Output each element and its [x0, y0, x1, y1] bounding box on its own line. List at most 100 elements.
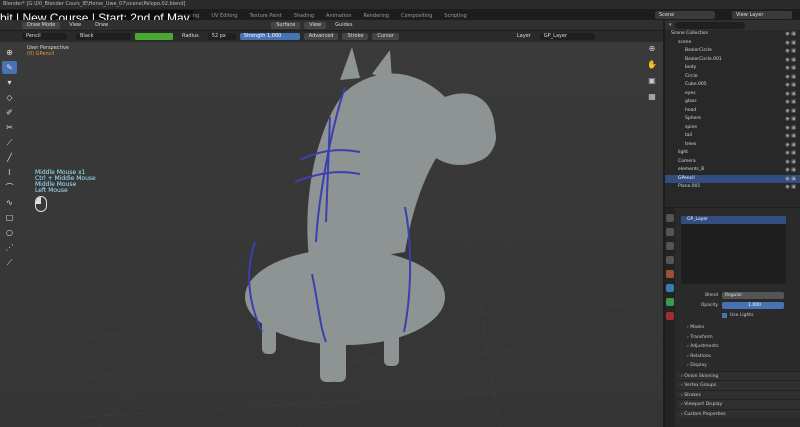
outliner-row[interactable]: scene ◉ ▣	[665, 39, 800, 48]
outliner-row[interactable]: Cube.005 ◉ ▣	[665, 81, 800, 90]
visibility-icon[interactable]: ◉ ▣	[785, 56, 796, 65]
outliner-row[interactable]: tail ◉ ▣	[665, 132, 800, 141]
erase-icon[interactable]: ◇	[2, 91, 17, 104]
cursor-dropdown[interactable]: Cursor	[372, 33, 399, 40]
outliner-row[interactable]: Sphere ◉ ▣	[665, 115, 800, 124]
zoom-icon[interactable]: ⊕	[646, 44, 658, 56]
outliner-row[interactable]: BezierCircle.001 ◉ ▣	[665, 56, 800, 65]
outliner-row[interactable]: glass ◉ ▣	[665, 98, 800, 107]
visibility-icon[interactable]: ◉ ▣	[785, 115, 796, 124]
cursor-icon[interactable]: ⊕	[2, 46, 17, 59]
outliner-row[interactable]: Circle ◉ ▣	[665, 73, 800, 82]
mode-dropdown[interactable]: Draw Mode	[22, 21, 61, 29]
polyline-icon[interactable]: ⌇	[2, 166, 17, 179]
tool-tab-icon[interactable]	[666, 214, 674, 222]
line-icon[interactable]: ╱	[2, 151, 17, 164]
display-section[interactable]: › Display	[677, 361, 800, 371]
curve-icon[interactable]: ∿	[2, 196, 17, 209]
outliner-row[interactable]: trees ◉ ▣	[665, 141, 800, 150]
outliner-search[interactable]	[674, 21, 745, 29]
opacity-slider[interactable]: 1.000	[722, 302, 784, 309]
visibility-icon[interactable]: ◉ ▣	[785, 81, 796, 90]
outliner-row[interactable]: GPencil ◉ ▣	[665, 174, 800, 184]
visibility-icon[interactable]: ◉ ▣	[785, 158, 796, 167]
pan-hand-icon[interactable]: ✋	[646, 60, 658, 72]
vertex-groups-section[interactable]: › Vertex Groups	[677, 380, 800, 390]
menu-view[interactable]: View	[64, 22, 86, 29]
color-swatch[interactable]	[135, 33, 173, 40]
outliner-row[interactable]: elements_B ◉ ▣	[665, 166, 800, 175]
use-lights-checkbox[interactable]	[722, 313, 727, 318]
outliner-row[interactable]: spine ◉ ▣	[665, 124, 800, 133]
relations-section[interactable]: › Relations	[677, 352, 800, 362]
advanced-dropdown[interactable]: Advanced	[303, 33, 339, 40]
eyedropper-icon[interactable]: ⟋	[2, 136, 17, 149]
view-layer-selector[interactable]: View Layer	[732, 11, 792, 19]
visibility-icon[interactable]: ◉ ▣	[785, 107, 796, 116]
visibility-icon[interactable]: ◉ ▣	[785, 124, 796, 133]
object-tab-icon[interactable]	[666, 270, 674, 278]
grid-icon[interactable]: ▦	[646, 92, 658, 104]
visibility-icon[interactable]: ◉ ▣	[785, 183, 796, 192]
camera-icon[interactable]: ▣	[646, 76, 658, 88]
3d-viewport[interactable]	[0, 42, 663, 427]
outliner-row[interactable]: Camera ◉ ▣	[665, 158, 800, 167]
circle-icon[interactable]: ○	[2, 226, 17, 239]
cutter-icon[interactable]: ✂	[2, 121, 17, 134]
menu-draw[interactable]: Draw	[90, 22, 113, 29]
outliner-item-label: Sphere	[685, 116, 701, 121]
layer-selector[interactable]: GP_Layer	[539, 33, 595, 40]
visibility-icon[interactable]: ◉ ▣	[785, 39, 796, 48]
radius-field[interactable]: 52 px	[207, 33, 236, 40]
view-dropdown[interactable]: View	[304, 21, 327, 29]
strength-field[interactable]: Strength 1.000	[239, 33, 300, 40]
stroke-dropdown[interactable]: Stroke	[342, 33, 369, 40]
visibility-icon[interactable]: ◉ ▣	[785, 47, 796, 56]
visibility-icon[interactable]: ◉ ▣	[785, 64, 796, 73]
material-tab-icon[interactable]	[666, 312, 674, 320]
pencil-icon[interactable]: ✎	[2, 61, 17, 74]
material-selector[interactable]: Black	[76, 33, 131, 40]
box-icon[interactable]: □	[2, 211, 17, 224]
placement-dropdown[interactable]: Surface	[271, 21, 301, 29]
visibility-icon[interactable]: ◉ ▣	[785, 132, 796, 141]
outliner-row[interactable]: BezierCircle ◉ ▣	[665, 47, 800, 56]
visibility-icon[interactable]: ◉ ▣	[785, 73, 796, 82]
outliner-row[interactable]: Scene Collection ◉ ▣	[665, 30, 800, 39]
filter-icon[interactable]: ▾	[669, 22, 672, 28]
outliner-row[interactable]: Plane.001 ◉ ▣	[665, 183, 800, 192]
blend-dropdown[interactable]: Regular	[722, 292, 784, 299]
adjustments-section[interactable]: › Adjustments	[677, 342, 800, 352]
guides-toggle[interactable]: Guides	[330, 22, 357, 29]
onion-skinning-section[interactable]: › Onion Skinning	[677, 370, 800, 380]
layer-row-active[interactable]: GP_Layer	[681, 216, 786, 224]
transform-section[interactable]: › Transform	[677, 333, 800, 343]
modifier-tab-icon[interactable]	[666, 284, 674, 292]
measure-icon[interactable]: ⟋	[2, 256, 17, 269]
custom-properties-section[interactable]: › Custom Properties	[677, 408, 800, 418]
scene-selector[interactable]: Scene	[655, 11, 715, 19]
scene-tab-icon[interactable]	[666, 256, 674, 264]
visibility-icon[interactable]: ◉ ▣	[785, 30, 796, 39]
arc-icon[interactable]: ⌒	[2, 181, 17, 194]
outliner-row[interactable]: body ◉ ▣	[665, 64, 800, 73]
brush-selector[interactable]: Pencil	[22, 33, 67, 40]
outliner-row[interactable]: head ◉ ▣	[665, 107, 800, 116]
outliner-row[interactable]: light ◉ ▣	[665, 149, 800, 158]
masks-section[interactable]: › Masks	[677, 323, 800, 333]
output-tab-icon[interactable]	[666, 242, 674, 250]
visibility-icon[interactable]: ◉ ▣	[785, 149, 796, 158]
visibility-icon[interactable]: ◉ ▣	[785, 98, 796, 107]
visibility-icon[interactable]: ◉ ▣	[785, 166, 796, 175]
visibility-icon[interactable]: ◉ ▣	[785, 90, 796, 99]
outliner-row[interactable]: eyes ◉ ▣	[665, 90, 800, 99]
strokes-section[interactable]: › Strokes	[677, 389, 800, 399]
interpolate-icon[interactable]: ⋰	[2, 241, 17, 254]
tint-icon[interactable]: ✐	[2, 106, 17, 119]
visibility-icon[interactable]: ◉ ▣	[785, 175, 796, 184]
fill-icon[interactable]: ▾	[2, 76, 17, 89]
viewport-display-section[interactable]: › Viewport Display	[677, 399, 800, 409]
render-tab-icon[interactable]	[666, 228, 674, 236]
data-tab-icon[interactable]	[666, 298, 674, 306]
visibility-icon[interactable]: ◉ ▣	[785, 141, 796, 150]
